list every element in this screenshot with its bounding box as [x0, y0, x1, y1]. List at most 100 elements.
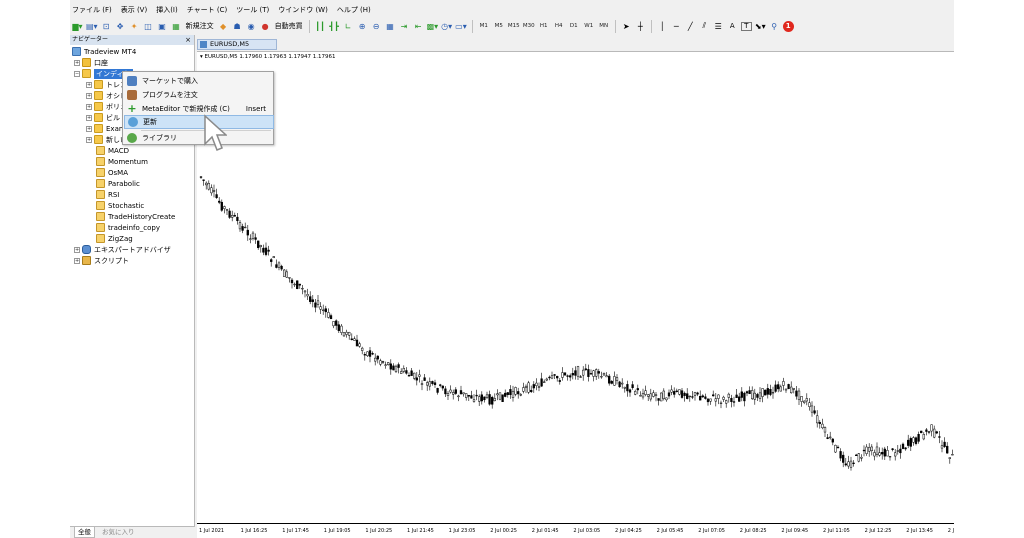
- timeframe-m5[interactable]: M5: [493, 19, 505, 33]
- arrows-icon[interactable]: ⬊▾: [755, 19, 766, 33]
- horizontal-line-icon[interactable]: ─: [671, 19, 682, 33]
- tree-item-experts[interactable]: + エキスパートアドバイザ: [74, 244, 171, 255]
- timeframe-m30[interactable]: M30: [523, 19, 535, 33]
- expand-icon[interactable]: +: [86, 136, 92, 143]
- tree-group[interactable]: + Exam: [86, 123, 126, 134]
- tree-item-indicator[interactable]: RSI: [96, 189, 119, 200]
- collapse-icon[interactable]: −: [74, 70, 80, 77]
- menu-view[interactable]: 表示 (V): [121, 4, 147, 16]
- tree-item-indicator[interactable]: Stochastic: [96, 200, 144, 211]
- tree-item-indicator[interactable]: Momentum: [96, 156, 148, 167]
- alert-badge[interactable]: 1: [782, 20, 794, 32]
- new-chart-icon[interactable]: ▆▾: [72, 19, 83, 33]
- menu-item-buy-market[interactable]: マーケットで購入: [124, 74, 274, 88]
- data-window-icon[interactable]: ✥: [115, 19, 126, 33]
- candle-body: [641, 393, 645, 398]
- menu-window[interactable]: ウインドウ (W): [278, 4, 328, 16]
- search-icon[interactable]: ⚲: [769, 19, 780, 33]
- menu-insert[interactable]: 挿入(I): [156, 4, 178, 16]
- timeframe-d1[interactable]: D1: [568, 19, 580, 33]
- tree-item-indicator[interactable]: tradeinfo_copy: [96, 222, 160, 233]
- close-icon[interactable]: ×: [185, 35, 191, 45]
- candlestick-icon[interactable]: ┫┣: [329, 19, 340, 33]
- tree-item-indicator[interactable]: OsMA: [96, 167, 128, 178]
- expand-icon[interactable]: +: [86, 81, 92, 88]
- strategy-tester-icon[interactable]: ▣: [157, 19, 168, 33]
- candle-body: [236, 216, 239, 222]
- text-tool-button[interactable]: A: [727, 19, 738, 33]
- chart-window-tab[interactable]: EURUSD,M5: [197, 39, 277, 50]
- bar-chart-icon[interactable]: ┃┃: [315, 19, 326, 33]
- expand-icon[interactable]: +: [86, 103, 92, 110]
- market-icon[interactable]: ◉: [246, 19, 257, 33]
- tree-group[interactable]: + オシレ: [86, 90, 127, 101]
- menu-item-library[interactable]: ライブラリ: [124, 131, 274, 145]
- tree-root[interactable]: Tradeview MT4: [72, 46, 136, 57]
- menu-file[interactable]: ファイル (F): [72, 4, 112, 16]
- profiles-icon[interactable]: ▤▾: [86, 19, 98, 33]
- menu-tools[interactable]: ツール (T): [236, 4, 269, 16]
- zoom-in-icon[interactable]: ⊕: [357, 19, 368, 33]
- zoom-out-icon[interactable]: ⊖: [371, 19, 382, 33]
- auto-trade-icon[interactable]: ●: [260, 19, 271, 33]
- tab-favorites[interactable]: お気に入り: [99, 527, 138, 538]
- menu-chart[interactable]: チャート (C): [187, 4, 228, 16]
- timeframe-h4[interactable]: H4: [553, 19, 565, 33]
- candle-body: [644, 390, 647, 395]
- navigator-icon[interactable]: ✦: [129, 19, 140, 33]
- tree-group[interactable]: + 新しい: [86, 134, 127, 145]
- menu-item-refresh[interactable]: 更新: [124, 115, 274, 129]
- signals-icon[interactable]: ☗: [232, 19, 243, 33]
- tree-item-accounts[interactable]: + 口座: [74, 57, 108, 68]
- terminal-icon[interactable]: ◫: [143, 19, 154, 33]
- trendline-icon[interactable]: ╱: [685, 19, 696, 33]
- channel-icon[interactable]: ⫽: [699, 19, 710, 33]
- expand-icon[interactable]: +: [74, 59, 80, 66]
- price-chart[interactable]: ▾ EURUSD,M5 1.17960 1.17963 1.17947 1.17…: [197, 51, 954, 538]
- templates-icon[interactable]: ▭▾: [455, 19, 467, 33]
- candle-body: [563, 372, 567, 376]
- metaeditor-icon[interactable]: ◆: [218, 19, 229, 33]
- candle-body: [288, 277, 291, 279]
- text-label-button[interactable]: T: [740, 21, 752, 31]
- cursor-icon[interactable]: ➤: [621, 19, 632, 33]
- menu-item-order-program[interactable]: プログラムを注文: [124, 88, 274, 102]
- periods-icon[interactable]: ◷▾: [441, 19, 452, 33]
- timeframe-m15[interactable]: M15: [508, 19, 520, 33]
- timeframe-h1[interactable]: H1: [538, 19, 550, 33]
- tree-item-indicator[interactable]: ZigZag: [96, 233, 133, 244]
- tree-item-indicator[interactable]: MACD: [96, 145, 129, 156]
- tab-general[interactable]: 全般: [74, 527, 95, 538]
- tree-item-label: RSI: [108, 190, 120, 199]
- auto-trade-button[interactable]: 自動売買: [274, 19, 304, 33]
- expand-icon[interactable]: +: [86, 92, 92, 99]
- tree-item-indicator[interactable]: Parabolic: [96, 178, 140, 189]
- tree-item-scripts[interactable]: + スクリプト: [74, 255, 129, 266]
- timeframe-mn[interactable]: MN: [598, 19, 610, 33]
- tree-group[interactable]: + トレン: [86, 79, 127, 90]
- candle-body: [693, 392, 697, 396]
- tree-group[interactable]: + ボリュ: [86, 101, 127, 112]
- expand-icon[interactable]: +: [86, 114, 92, 121]
- tree-item-indicator[interactable]: TradeHistoryCreate: [96, 211, 175, 222]
- fibonacci-icon[interactable]: ☰: [713, 19, 724, 33]
- expand-icon[interactable]: +: [74, 257, 80, 264]
- new-order-button[interactable]: 新規注文: [185, 19, 215, 33]
- vertical-line-icon[interactable]: │: [657, 19, 668, 33]
- candle-body: [207, 183, 210, 190]
- new-order-icon[interactable]: ▦: [171, 19, 182, 33]
- expand-icon[interactable]: +: [86, 125, 92, 132]
- auto-scroll-icon[interactable]: ⇥: [399, 19, 410, 33]
- timeframe-w1[interactable]: W1: [583, 19, 595, 33]
- crosshair-icon[interactable]: ┼: [635, 19, 646, 33]
- market-watch-icon[interactable]: ⊡: [101, 19, 112, 33]
- menu-item-new-metaeditor[interactable]: + MetaEditor で新規作成 (C) Insert: [124, 102, 274, 116]
- tree-group[interactable]: + ビル・: [86, 112, 127, 123]
- indicators-icon[interactable]: ▩▾: [427, 19, 439, 33]
- menu-help[interactable]: ヘルプ (H): [337, 4, 371, 16]
- expand-icon[interactable]: +: [74, 246, 80, 253]
- timeframe-m1[interactable]: M1: [478, 19, 490, 33]
- line-chart-icon[interactable]: ∟: [343, 19, 354, 33]
- chart-shift-icon[interactable]: ⇤: [413, 19, 424, 33]
- tile-windows-icon[interactable]: ▦: [385, 19, 396, 33]
